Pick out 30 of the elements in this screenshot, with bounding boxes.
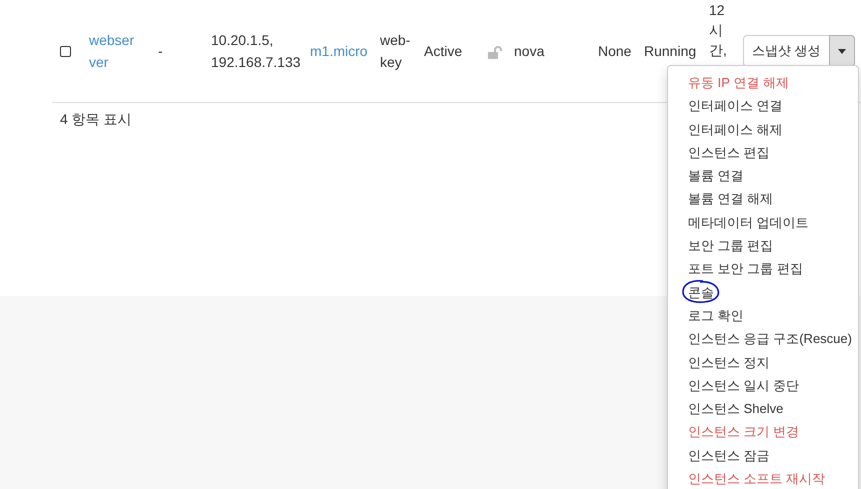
- instance-name-link[interactable]: webserver: [89, 29, 137, 73]
- menu-item[interactable]: 메타데이터 업데이트: [668, 210, 858, 234]
- menu-item[interactable]: 인스턴스 크기 변경: [668, 420, 858, 444]
- ip-address-cell-text: 10.20.1.5, 192.168.7.133: [211, 31, 302, 72]
- menu-item[interactable]: 인스턴스 일시 중단: [668, 374, 858, 398]
- status-cell: Active: [424, 43, 462, 59]
- image-cell: -: [158, 43, 163, 59]
- menu-item[interactable]: 볼륨 연결: [668, 164, 858, 188]
- menu-item[interactable]: 인스턴스 정지: [668, 350, 858, 374]
- menu-item[interactable]: 인스턴스 응급 구조(Rescue): [668, 327, 858, 351]
- menu-item[interactable]: 포트 보안 그룹 편집: [668, 257, 858, 281]
- menu-item[interactable]: 콘솔: [668, 280, 858, 304]
- menu-item[interactable]: 인스턴스 Shelve: [668, 397, 858, 420]
- key-pair-cell-text: web-key: [380, 31, 412, 72]
- power-state-cell: Running: [644, 43, 696, 59]
- create-snapshot-button[interactable]: 스냅샷 생성: [743, 35, 830, 67]
- menu-item[interactable]: 유동 IP 연결 해제: [668, 71, 858, 94]
- menu-item[interactable]: 인스턴스 편집: [668, 140, 858, 164]
- menu-item[interactable]: 볼륨 연결 해제: [668, 187, 858, 211]
- task-cell: None: [598, 43, 632, 59]
- menu-item[interactable]: 인터페이스 연결: [668, 94, 858, 118]
- item-count-text: 4 항목 표시: [60, 111, 132, 127]
- menu-item[interactable]: 보안 그룹 편집: [668, 234, 858, 258]
- availability-zone-cell: nova: [514, 43, 544, 59]
- menu-item[interactable]: 인스턴스 잠금: [668, 444, 858, 468]
- menu-item[interactable]: 인터페이스 해제: [668, 118, 858, 141]
- flavor-link[interactable]: m1.micro: [310, 43, 368, 59]
- menu-item[interactable]: 로그 확인: [668, 304, 858, 328]
- age-cell-text: 12시간,: [709, 1, 727, 60]
- menu-item[interactable]: 인스턴스 소프트 재시작: [668, 467, 858, 489]
